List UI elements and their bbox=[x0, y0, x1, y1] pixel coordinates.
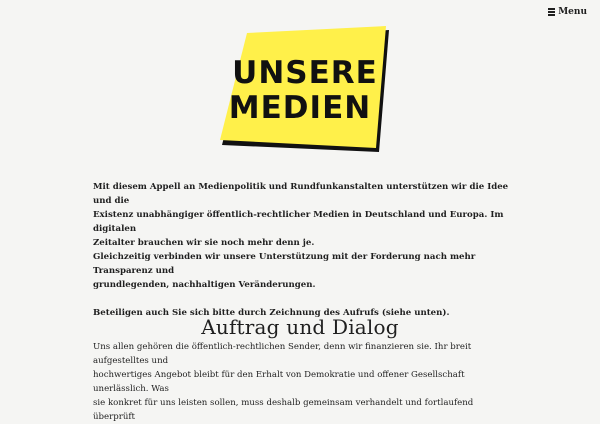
section-line: hochwertiges Angebot bleibt für den Erha… bbox=[93, 370, 465, 394]
intro-line: grundlegenden, nachhaltigen Veränderunge… bbox=[93, 280, 316, 290]
intro-line: Mit diesem Appell an Medienpolitik und R… bbox=[93, 182, 509, 206]
intro-line: Zeitalter brauchen wir sie noch mehr den… bbox=[93, 238, 315, 248]
section-title: Auftrag und Dialog bbox=[201, 314, 399, 339]
intro-line: Gleichzeitig verbinden wir unsere Unters… bbox=[93, 252, 476, 276]
section-body: Uns allen gehören die öffentlich-rechtli… bbox=[93, 340, 513, 424]
logo-line2: MEDIEN bbox=[229, 90, 371, 126]
intro-line: Existenz unabhängiger öffentlich-rechtli… bbox=[93, 210, 504, 234]
intro-text: Mit diesem Appell an Medienpolitik und R… bbox=[93, 180, 513, 320]
unsere-medien-logo: UNSERE MEDIEN bbox=[220, 26, 389, 152]
logo-line1: UNSERE bbox=[232, 55, 378, 91]
section-line: Uns allen gehören die öffentlich-rechtli… bbox=[93, 342, 472, 366]
section-line: sie konkret für uns leisten sollen, muss… bbox=[93, 398, 474, 422]
